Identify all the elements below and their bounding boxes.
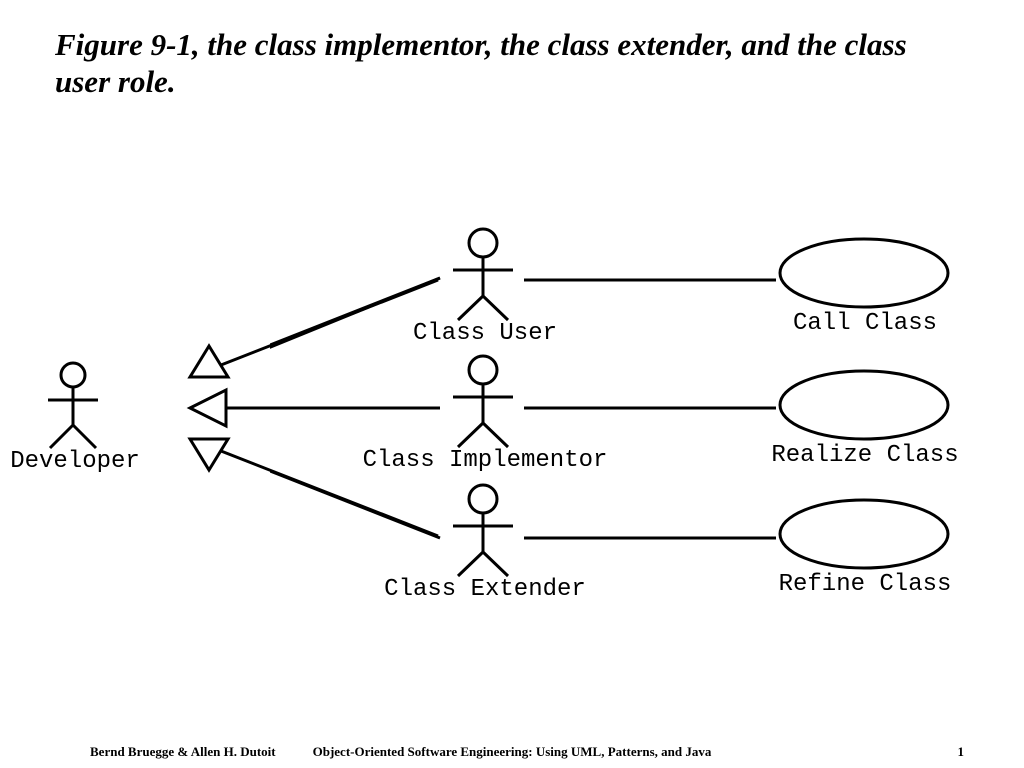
uml-diagram-overlay (0, 0, 1024, 768)
